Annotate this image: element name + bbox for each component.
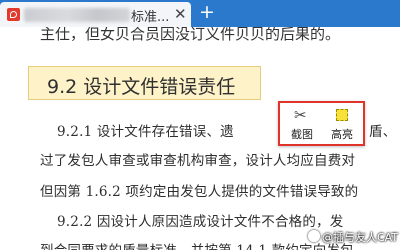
- paragraph-line: 盾、: [369, 124, 397, 140]
- screenshot-label: 截图: [291, 128, 313, 141]
- paragraph-line: 到合同要求的质量标准，并按第 14.1 款约定向发包: [40, 239, 354, 250]
- tab-bar: 标准... ✕ +: [0, 0, 400, 27]
- watermark-logo-icon: [308, 230, 320, 242]
- watermark: @插与友人CAT: [308, 229, 398, 245]
- partial-text-line: 主仕，但女贝合员因没订义件贝贝的后果的。: [40, 27, 341, 43]
- close-tab-icon[interactable]: ✕: [174, 5, 187, 23]
- tab-title: 标准...: [131, 10, 170, 25]
- highlight-icon: [336, 109, 348, 121]
- paragraph-line: 过了发包人审查或审查机构审查，设计人均应自费对: [40, 153, 356, 169]
- paragraph-line: 9.2.1 设计文件存在错误、遗: [57, 124, 234, 140]
- blurred-tab-title: [24, 8, 130, 22]
- selection-toolbar: ✂ 截图 高亮: [278, 101, 365, 146]
- highlight-button[interactable]: 高亮: [324, 106, 360, 142]
- new-tab-icon[interactable]: +: [199, 1, 215, 23]
- document-tab[interactable]: 标准... ✕: [0, 2, 191, 27]
- paragraph-line: 9.2.2 因设计人原因造成设计文件不合格的，发: [57, 214, 344, 230]
- section-heading: 9.2 设计文件错误责任: [47, 76, 236, 98]
- scissors-icon: ✂: [294, 106, 307, 124]
- screenshot-button[interactable]: ✂ 截图: [284, 106, 320, 142]
- paragraph-line: 但因第 1.6.2 项约定由发包人提供的文件错误导致的: [40, 184, 359, 200]
- highlight-label: 高亮: [331, 128, 353, 141]
- watermark-text: @插与友人CAT: [322, 231, 399, 244]
- pdf-file-icon: [7, 8, 20, 21]
- section-heading-box: 9.2 设计文件错误责任: [28, 66, 261, 100]
